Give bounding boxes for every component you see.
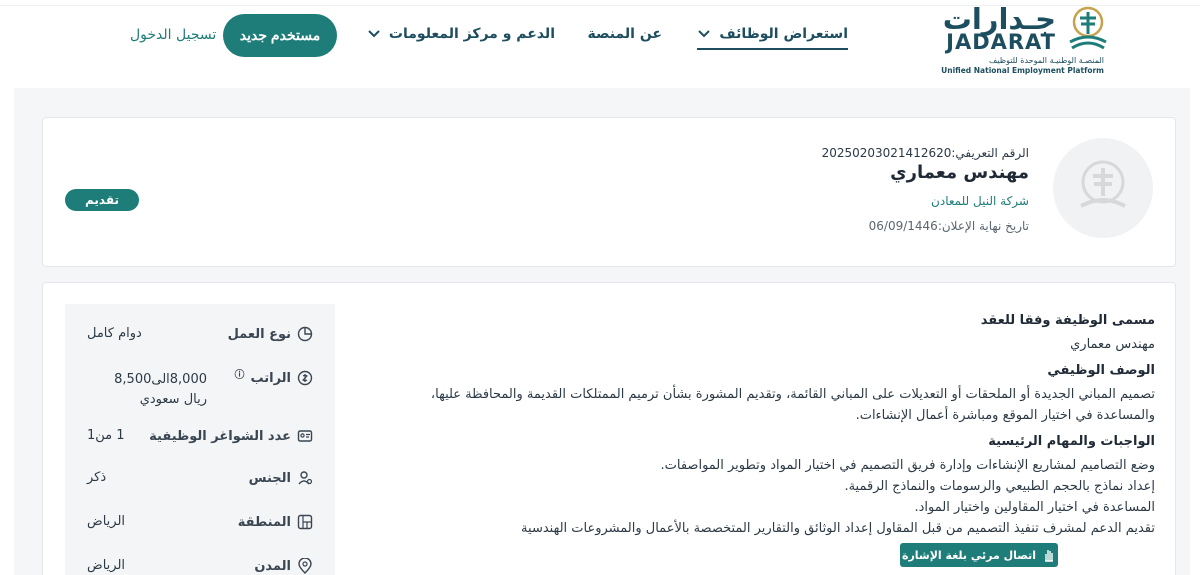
job-description-heading: الوصف الوظيفي [1047,363,1155,378]
info-row-gender: الجنس ذكر [65,470,335,500]
info-row-city: المدن الرياض [65,558,335,575]
contract-title-text: مهندس معماري [1070,337,1155,352]
city-value: الرياض [87,558,126,573]
city-label: المدن [254,558,313,574]
duty-item-4: تقديم الدعم لمشرف تنفيذ التصميم من قبل ا… [521,521,1155,536]
duty-item-3: المساعدة في اختيار المقاولين واختيار الم… [914,500,1155,515]
gender-value: ذكر [87,470,107,485]
gender-label-text: الجنس [248,470,291,486]
nav-about-label: عن المنصة [587,26,662,42]
logo-subtitle-en: Unified National Employment Platform [941,66,1104,75]
duties-heading: الواجبات والمهام الرئيسية [988,434,1155,449]
region-label: المنطقة [238,514,313,530]
job-title: مهندس معماري [890,162,1029,183]
job-description-line-1: تصميم المباني الجديدة أو الملحقات أو الت… [430,387,1155,402]
sign-language-label: اتصال مرئي بلغة الإشارة [901,548,1037,562]
chevron-down-icon [368,30,380,38]
nav-browse-jobs[interactable]: استعراض الوظائف [697,26,848,50]
job-reference-id: الرقم التعريفي:20250203021412620 [821,146,1029,160]
nav-about-platform[interactable]: عن المنصة [588,26,662,42]
top-header: جـدارات JADARAT المنصـة الوطنيـة الموحدة… [0,0,1200,88]
job-details-card: نوع العمل دوام كامل ⓘ الراتب 8,000الى8,5… [42,282,1176,575]
new-user-button[interactable]: مستخدم جديد [223,14,337,57]
info-row-salary: ⓘ الراتب 8,000الى8,500 ريال سعودي [65,370,335,418]
money-icon [297,370,313,386]
logo-english-text: JADARAT [946,30,1056,54]
contract-title-heading: مسمى الوظيفة وفقا للعقد [980,313,1155,328]
nav-support-center[interactable]: الدعم و مركز المعلومات [367,26,555,42]
work-type-label: نوع العمل [228,326,313,342]
info-row-work-type: نوع العمل دوام كامل [65,326,335,356]
apply-button[interactable]: تقديم [65,189,139,211]
info-row-vacancies: عدد الشواغر الوظيفية 1 من1 [65,428,335,458]
map-icon [297,514,313,530]
vacancies-label-text: عدد الشواغر الوظيفية [149,428,291,444]
company-emblem-icon [1080,160,1126,208]
saudi-emblem-icon [1069,6,1107,50]
jadarat-logo[interactable]: جـدارات JADARAT المنصـة الوطنيـة الموحدة… [941,2,1114,76]
job-description-section: مسمى الوظيفة وفقا للعقد مهندس معماري الو… [365,313,1155,539]
job-description-line-2: والمساعدة في اختيار الموقع ومباشرة أعمال… [855,408,1155,423]
gender-label: الجنس [249,470,313,486]
logo-subtitle-ar: المنصـة الوطنيـة الموحدة للتوظيف [989,56,1104,65]
nav-support-label: الدعم و مركز المعلومات [388,26,555,42]
vacancies-label: عدد الشواغر الوظيفية [149,428,313,444]
info-row-region: المنطقة الرياض [65,514,335,544]
location-pin-icon [298,558,312,574]
work-type-value: دوام كامل [87,326,142,341]
region-value: الرياض [87,514,126,529]
work-type-label-text: نوع العمل [227,326,291,342]
sign-language-call-button[interactable]: اتصال مرئي بلغة الإشارة [900,543,1058,567]
region-label-text: المنطقة [237,514,291,530]
duty-item-1: وضع التصاميم لمشاريع الإنشاءات وإدارة فر… [660,458,1155,473]
duty-item-2: إعداد نماذج بالحجم الطبيعي والرسومات وال… [844,479,1155,494]
nav-browse-jobs-label: استعراض الوظائف [719,26,848,42]
login-link[interactable]: تسجيل الدخول [130,27,216,43]
user-icon [298,471,313,485]
vacancies-value: 1 من1 [87,428,125,443]
posting-deadline: تاريخ نهاية الإعلان:06/09/1446 [868,219,1029,233]
pie-clock-icon [297,326,313,342]
chevron-down-icon [698,30,711,38]
info-circle-icon[interactable]: ⓘ [234,366,244,381]
salary-value: 8,000الى8,500 ريال سعودي [114,372,207,407]
job-summary-card: الرقم التعريفي:20250203021412620 مهندس م… [42,117,1176,267]
id-card-icon [297,430,313,442]
company-logo-placeholder [1053,138,1153,238]
salary-label: ⓘ الراتب [234,370,313,386]
salary-label-text: الراتب [250,370,291,386]
city-label-text: المدن [254,558,291,574]
company-name-link[interactable]: شركة النيل للمعادن [931,194,1029,208]
job-info-panel: نوع العمل دوام كامل ⓘ الراتب 8,000الى8,5… [65,304,335,575]
hand-sign-icon [1045,550,1054,562]
